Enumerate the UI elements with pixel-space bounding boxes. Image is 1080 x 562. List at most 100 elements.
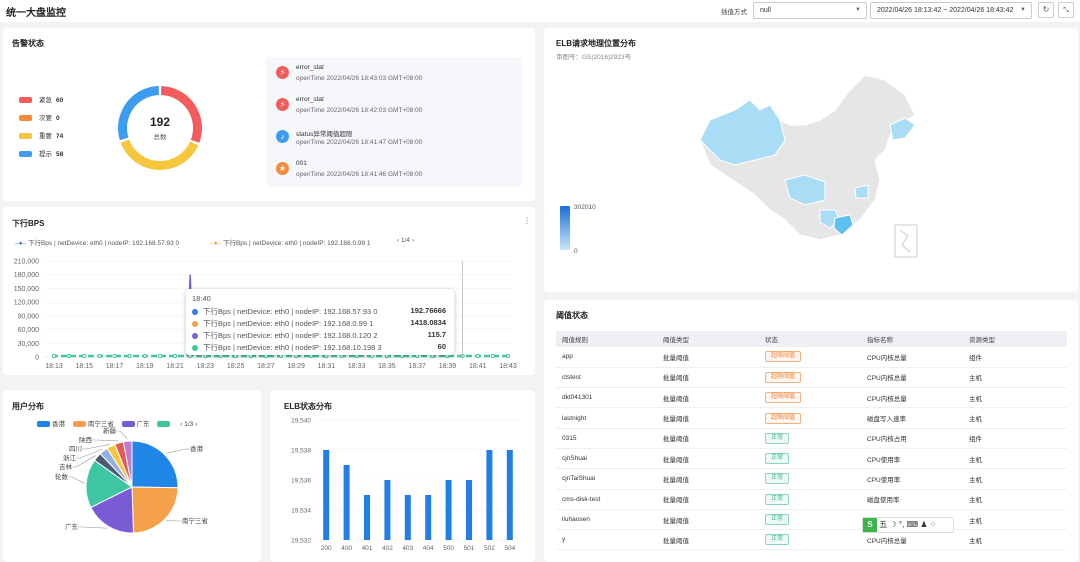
bar-502[interactable] <box>486 450 493 540</box>
bar-500[interactable] <box>445 480 452 540</box>
more-icon[interactable]: ⋮ <box>523 216 531 225</box>
y-tick-label: 30,000 <box>18 341 40 348</box>
legend-item[interactable]: 重要 74 <box>19 132 63 142</box>
bar-404[interactable] <box>425 495 432 540</box>
tooltip-dot <box>192 333 198 340</box>
donut-slice-重要[interactable] <box>120 139 199 170</box>
alert-name: error_stat <box>296 64 324 71</box>
pie-label: 陕西 <box>79 435 93 444</box>
table-row[interactable]: liuhaosen 批量阈值 正常 主机 <box>556 509 1067 530</box>
column-header[interactable]: 资源类型 <box>963 331 1067 347</box>
fullscreen-button[interactable]: ⤡ <box>1058 2 1074 18</box>
map-south-sea-inset <box>894 224 918 258</box>
bar-402[interactable] <box>384 480 391 540</box>
alert-name: status异常阈值超限 <box>296 131 353 138</box>
status-badge: 超限阈值 <box>765 412 802 424</box>
legend-item[interactable]: 提示 58 <box>19 150 63 160</box>
table-row[interactable]: cjnTaiShuai 批量阈值 正常 CPU使用率 主机 <box>556 469 1067 490</box>
table-row[interactable]: dkt041301 批量阈值 超限阈值 CPU内核总量 主机 <box>556 388 1067 408</box>
ime-mode-icon[interactable]: 五 <box>879 520 887 529</box>
type-cell: 批量阈值 <box>663 436 689 444</box>
legend-item[interactable]: 次要 0 <box>19 114 60 124</box>
alert-item[interactable]: ♪ status异常阈值超限 openTime 2022/04/26 18:41… <box>268 126 518 156</box>
alert-name: 001 <box>296 160 307 167</box>
y-tick-label: 19,534 <box>291 508 311 515</box>
interp-select[interactable]: null ▼ <box>753 2 867 19</box>
grid-icon[interactable]: ⁘ <box>930 520 937 529</box>
series-point[interactable] <box>172 353 178 359</box>
type-cell: 批量阈值 <box>663 517 689 525</box>
china-map[interactable] <box>690 70 940 260</box>
type-cell: 批量阈值 <box>663 476 689 484</box>
time-range-value: 2022/04/26 18:13:42 ~ 2022/04/26 18:43:4… <box>877 7 1014 14</box>
series-point[interactable] <box>82 353 87 359</box>
punctuation-icon[interactable]: °, <box>899 520 904 529</box>
table-row[interactable]: cms-disk-test 批量阈值 正常 磁盘使用率 主机 <box>556 489 1067 510</box>
table-row[interactable]: lastnight 批量阈值 超限阈值 磁盘写入速率 主机 <box>556 408 1067 429</box>
bar-401[interactable] <box>364 495 370 540</box>
map-scale-bar[interactable] <box>560 206 570 250</box>
table-header-row: 阈值规则 阈值类型 状态 指标名称 资源类型 <box>556 331 1067 347</box>
series-point[interactable] <box>490 353 495 359</box>
bar-501[interactable] <box>466 480 472 540</box>
series-point[interactable] <box>475 353 480 359</box>
alert-item[interactable]: ★ 001 openTime 2022/04/26 18:41:46 GMT+0… <box>268 158 518 188</box>
resource-cell: 主机 <box>969 476 982 484</box>
elb-bar-chart[interactable]: 19,540 19,538 19,536 19,534 19,532 200 400 401 4… <box>270 410 535 562</box>
pie-slice-南宁三省[interactable] <box>131 486 179 534</box>
map-south-sea-line <box>899 229 911 253</box>
moon-icon[interactable]: ☽ <box>889 520 896 529</box>
series-point[interactable] <box>97 353 102 359</box>
series-point[interactable] <box>112 353 117 359</box>
column-header[interactable]: 状态 <box>759 331 861 347</box>
series-point[interactable] <box>157 353 163 359</box>
series-point[interactable] <box>67 353 72 359</box>
alert-item[interactable]: ⚡ error_stat openTime 2022/04/26 18:42:0… <box>268 94 518 124</box>
bar-504[interactable] <box>506 450 513 540</box>
keyboard-icon[interactable]: ⌨ <box>907 520 919 529</box>
table-row[interactable]: app 批量阈值 超限阈值 CPU内核总量 组件 <box>556 347 1067 368</box>
bar-403[interactable] <box>404 495 411 540</box>
bar-200[interactable] <box>323 450 330 540</box>
column-header[interactable]: 阈值规则 <box>556 331 657 347</box>
legend-item[interactable]: 紧急 60 <box>19 96 63 106</box>
series-point[interactable] <box>505 353 511 359</box>
series-point[interactable] <box>142 353 147 359</box>
map-scale-min: 0 <box>574 248 578 255</box>
bps-legend-pager[interactable]: ‹ 1/4 › <box>397 237 414 244</box>
tooltip-row: 下行Bps | netDevice: eth0 | nodeIP: 192.16… <box>192 318 373 329</box>
user-icon[interactable]: ♟ <box>920 520 927 529</box>
x-tick-label: 401 <box>362 545 373 552</box>
series-point[interactable] <box>51 353 57 359</box>
bps-legend-item[interactable]: –●– 下行Bps | netDevice: eth0 | nodeIP: 19… <box>210 237 371 247</box>
x-tick-label: 18:25 <box>227 363 245 370</box>
status-badge: 正常 <box>765 473 790 485</box>
table-row[interactable]: y 批量阈值 正常 CPU内核总量 主机 <box>556 530 1067 550</box>
column-header[interactable]: 阈值类型 <box>657 331 759 347</box>
table-row[interactable]: cjnShuai 批量阈值 正常 CPU使用率 主机 <box>556 448 1067 469</box>
table-row[interactable]: ctstest 批量阈值 超限阈值 CPU内核总量 主机 <box>556 367 1067 388</box>
bps-legend-item[interactable]: –●– 下行Bps | netDevice: eth0 | nodeIP: 19… <box>15 237 179 247</box>
tooltip-dot <box>192 321 198 328</box>
bar-400[interactable] <box>343 465 350 540</box>
x-tick-label: 403 <box>402 545 413 552</box>
type-cell: 批量阈值 <box>663 395 689 403</box>
y-tick-label: 0 <box>35 355 39 362</box>
series-point[interactable] <box>127 353 132 359</box>
tooltip-dot <box>192 345 198 352</box>
pie-slice-香港[interactable] <box>131 440 179 489</box>
x-tick-label: 500 <box>443 545 454 552</box>
refresh-button[interactable]: ↻ <box>1038 2 1054 18</box>
time-range-select[interactable]: 2022/04/26 18:13:42 ~ 2022/04/26 18:43:4… <box>870 2 1032 19</box>
x-tick-label: 504 <box>504 545 515 552</box>
chevron-right-icon[interactable]: › <box>412 237 414 244</box>
rule-cell: cms-disk-test <box>562 495 601 503</box>
ime-toolbar[interactable]: S 五 ☽ °, ⌨ ♟ ⁘ <box>862 517 954 533</box>
alert-item[interactable]: ⚡ error_stat openTime 2022/04/26 18:43:0… <box>268 62 518 92</box>
chevron-left-icon[interactable]: ‹ <box>397 237 399 244</box>
user-pie-chart[interactable]: 香港南宁三省广东 轮数吉林浙江四川陕西 新疆 <box>30 425 250 555</box>
resource-cell: 组件 <box>969 354 982 362</box>
metric-cell: CPU使用率 <box>867 456 901 464</box>
column-header[interactable]: 指标名称 <box>861 331 963 347</box>
table-row[interactable]: 0315 批量阈值 正常 CPU内核占用 组件 <box>556 428 1067 449</box>
